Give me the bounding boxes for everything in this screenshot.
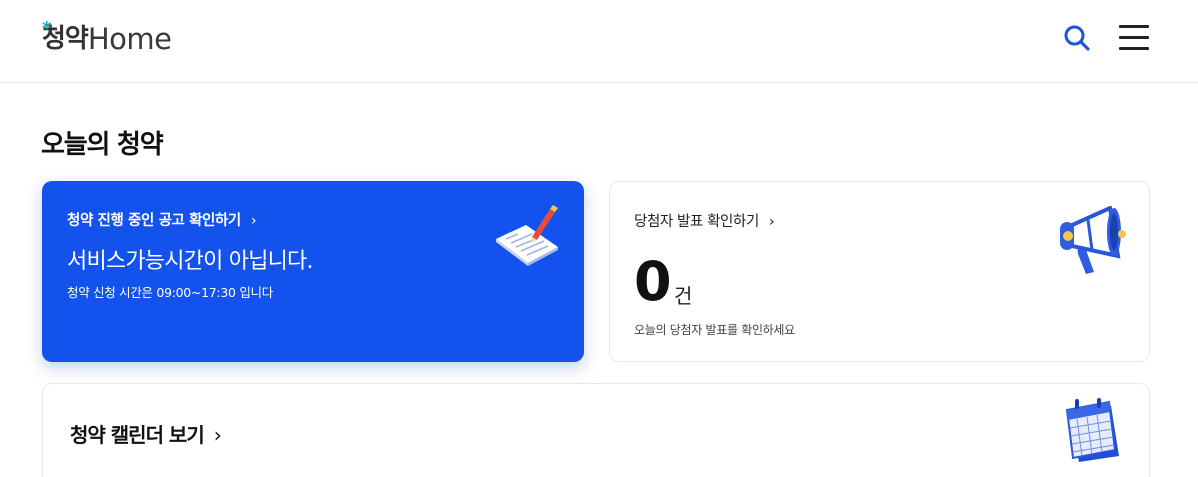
subscription-calendar-link[interactable]: 청약 캘린더 보기 › <box>70 419 222 448</box>
ongoing-announcements-card[interactable]: 청약 진행 중인 공고 확인하기 › 서비스가능시간이 아닙니다. 청약 신청 시… <box>42 181 584 362</box>
winners-sub-text: 오늘의 당첨자 발표를 확인하세요 <box>634 323 795 337</box>
logo-star-mark: * <box>42 18 52 39</box>
subscription-calendar-label: 청약 캘린더 보기 <box>70 423 205 447</box>
site-header: * 청약 Home <box>0 0 1198 83</box>
service-status-text: 서비스가능시간이 아닙니다. <box>67 249 313 274</box>
ongoing-announcements-label: 청약 진행 중인 공고 확인하기 <box>67 213 241 229</box>
calendar-icon <box>1065 398 1119 462</box>
winners-announcement-link[interactable]: 당첨자 발표 확인하기 › <box>634 210 775 231</box>
document-pen-icon <box>496 205 558 266</box>
winners-announcement-label: 당첨자 발표 확인하기 <box>634 214 759 230</box>
hamburger-menu-icon <box>1119 25 1149 28</box>
winners-count-unit: 건 <box>674 284 693 308</box>
subscription-calendar-card[interactable]: 청약 캘린더 보기 › <box>42 383 1150 477</box>
ongoing-announcements-link[interactable]: 청약 진행 중인 공고 확인하기 › <box>67 209 257 230</box>
service-hours-text: 청약 신청 시간은 09:00~17:30 입니다 <box>67 285 273 300</box>
winners-announcement-card[interactable]: 당첨자 발표 확인하기 › 0 건 오늘의 당첨자 발표를 확인하세요 <box>609 181 1150 362</box>
winners-count: 0 <box>634 250 672 313</box>
search-button[interactable] <box>1062 23 1092 53</box>
chevron-right-icon: › <box>250 213 257 229</box>
chevron-right-icon: › <box>768 214 775 230</box>
hamburger-menu-button[interactable] <box>1118 23 1150 51</box>
logo-english-text: Home <box>87 22 172 56</box>
site-logo[interactable]: * 청약 Home <box>42 18 172 58</box>
megaphone-icon <box>1060 206 1126 274</box>
search-icon <box>1064 25 1090 51</box>
page-title: 오늘의 청약 <box>41 130 164 160</box>
chevron-right-icon: › <box>213 423 222 447</box>
